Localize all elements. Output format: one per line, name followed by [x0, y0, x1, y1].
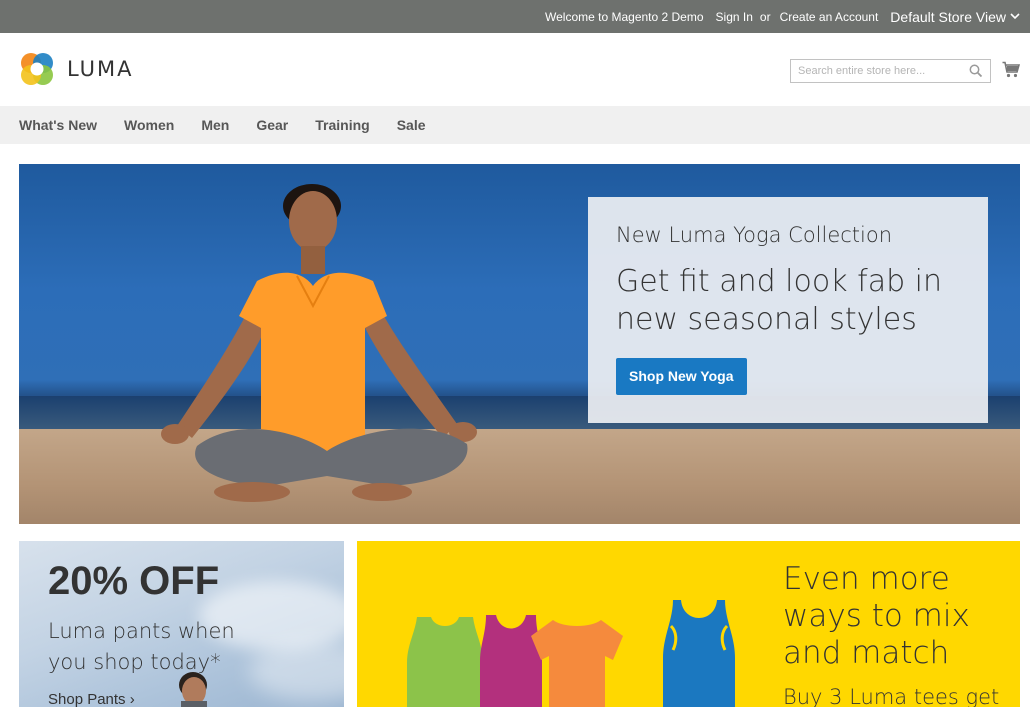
pants-promo-title: 20% OFF	[48, 559, 220, 603]
orange-tee-image	[531, 620, 623, 707]
store-view-label: Default Store View	[890, 8, 1006, 25]
header: LUMA	[0, 33, 1030, 106]
nav-item-men[interactable]: Men	[201, 117, 229, 133]
top-links: Welcome to Magento 2 Demo Sign In or Cre…	[534, 0, 1020, 33]
tees-promo-tile[interactable]: Even more ways to mix and match Buy 3 Lu…	[357, 541, 1020, 707]
nav-item-sale[interactable]: Sale	[397, 117, 426, 133]
search-icon[interactable]	[969, 64, 983, 78]
blue-tank-image	[663, 600, 735, 707]
man-image	[179, 672, 207, 707]
green-tank-image	[407, 617, 483, 707]
shop-new-yoga-button[interactable]: Shop New Yoga	[616, 358, 747, 395]
or-text: or	[759, 9, 771, 24]
tees-promo-headline: Even more ways to mix and match	[783, 561, 970, 671]
pants-promo-tile[interactable]: 20% OFF Luma pants when you shop today* …	[19, 541, 344, 707]
search-input[interactable]	[791, 60, 961, 82]
pants-promo-text: Luma pants when you shop today*	[48, 619, 235, 674]
search-box[interactable]	[790, 59, 991, 83]
hero-promo-box: New Luma Yoga Collection Get fit and loo…	[588, 197, 988, 423]
yoga-woman-image	[161, 184, 477, 502]
main-navigation: What's New Women Men Gear Training Sale	[0, 106, 1030, 144]
hero-headline: Get fit and look fab in new seasonal sty…	[616, 264, 943, 337]
nav-item-whats-new[interactable]: What's New	[19, 117, 97, 133]
cart-icon[interactable]	[1002, 61, 1020, 78]
hero-kicker: New Luma Yoga Collection	[616, 223, 893, 247]
top-bar: Welcome to Magento 2 Demo Sign In or Cre…	[0, 0, 1030, 33]
create-account-link[interactable]: Create an Account	[780, 10, 879, 24]
hero-banner[interactable]: New Luma Yoga Collection Get fit and loo…	[19, 164, 1020, 524]
nav-item-training[interactable]: Training	[315, 117, 369, 133]
nav-item-women[interactable]: Women	[124, 117, 174, 133]
logo-text: LUMA	[67, 57, 134, 81]
tees-promo-subtext: Buy 3 Luma tees get	[783, 685, 1000, 707]
shop-pants-link[interactable]: Shop Pants ›	[48, 691, 135, 707]
sign-in-link[interactable]: Sign In	[716, 10, 753, 24]
nav-item-gear[interactable]: Gear	[256, 117, 288, 133]
welcome-message: Welcome to Magento 2 Demo	[545, 9, 704, 24]
chevron-down-icon	[1010, 13, 1020, 20]
store-view-switcher[interactable]: Default Store View	[890, 9, 1020, 25]
luma-logo[interactable]: LUMA	[19, 51, 134, 87]
logo-icon	[21, 53, 53, 85]
